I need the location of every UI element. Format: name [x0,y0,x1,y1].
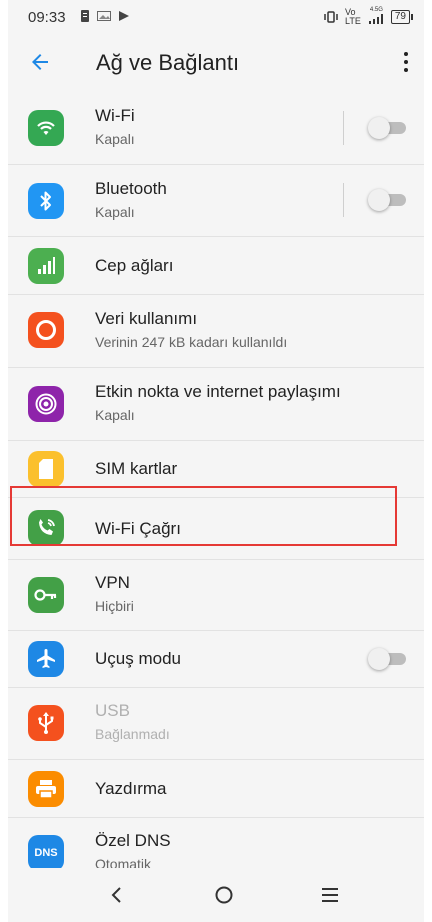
airplane-mode-toggle[interactable] [368,648,408,670]
status-system-icons: Vo LTE 4.5G 79 [324,7,414,26]
wifi-toggle[interactable] [368,117,408,139]
image-icon [97,11,111,21]
more-options-button[interactable] [396,46,416,78]
arrow-back-icon [32,54,48,70]
back-button[interactable] [28,48,56,76]
list-item-bluetooth[interactable]: Bluetooth Kapalı [8,165,424,237]
list-item-data-usage[interactable]: Veri kullanımı Verinin 247 kB kadarı kul… [8,295,424,368]
item-subtitle: Kapalı [95,204,135,220]
item-title: Cep ağları [95,256,174,275]
item-subtitle: Hiçbiri [95,598,134,614]
item-title: VPN [95,573,130,592]
app-bar: Ağ ve Bağlantı [8,34,424,92]
wifi-icon [28,110,64,146]
item-title: Bluetooth [95,179,167,198]
nav-home-button[interactable] [204,878,244,912]
printer-icon [28,771,64,807]
item-divider [343,111,344,145]
hotspot-icon [28,386,64,422]
bluetooth-icon [28,183,64,219]
signal-indicator: 4.5G [368,7,384,24]
item-subtitle: Bağlanmadı [95,726,170,742]
item-title: Özel DNS [95,831,171,850]
item-divider [343,183,344,217]
play-icon [119,11,129,21]
item-title: Yazdırma [95,779,167,798]
nav-home-icon [215,886,233,904]
item-subtitle: Verinin 247 kB kadarı kullanıldı [95,334,288,350]
item-title: Uçuş modu [95,649,181,668]
page-title: Ağ ve Bağlantı [96,50,240,75]
status-time: 09:33 [28,9,66,26]
signal-icon [368,14,383,24]
vibrate-icon [324,11,338,23]
item-title: SIM kartlar [95,459,178,478]
dns-icon: DNS [28,835,64,871]
signal-bars-icon [28,248,64,284]
bluetooth-toggle[interactable] [368,189,408,211]
status-notification-icons [80,10,130,22]
list-item-wifi[interactable]: Wi-Fi Kapalı [8,92,424,165]
list-item-hotspot[interactable]: Etkin nokta ve internet paylaşımı Kapalı [8,368,424,441]
volte-indicator: Vo LTE [345,7,361,26]
item-subtitle: Kapalı [95,407,135,423]
list-item-printing[interactable]: Yazdırma [8,760,424,818]
item-title: Wi-Fi [95,106,135,125]
airplane-icon [28,641,64,677]
item-title: Etkin nokta ve internet paylaşımı [95,382,341,401]
nav-menu-button[interactable] [310,878,350,912]
status-bar: 09:33 Vo LTE 4.5G 79 [8,0,424,34]
list-item-vpn[interactable]: VPN Hiçbiri [8,560,424,631]
list-item-mobile-networks[interactable]: Cep ağları [8,237,424,295]
data-usage-icon [28,312,64,348]
sim-card-icon [28,451,64,487]
phone-screen: 09:33 Vo LTE 4.5G 79 Ağ ve Bağlantı Wi-F… [8,0,424,922]
more-vert-icon [404,52,408,56]
item-title: USB [95,701,130,720]
nav-back-button[interactable] [96,878,136,912]
item-title: Veri kullanımı [95,309,198,328]
notification-icon [81,10,89,22]
battery-indicator: 79 [390,10,414,24]
item-subtitle: Kapalı [95,131,135,147]
vpn-key-icon [28,577,64,613]
list-item-airplane-mode[interactable]: Uçuş modu [8,631,424,688]
highlight-box [10,486,397,546]
navigation-bar [8,868,424,922]
list-item-usb: USB Bağlanmadı [8,688,424,760]
nav-menu-icon [322,888,338,902]
usb-icon [28,705,64,741]
nav-back-icon [111,887,121,903]
